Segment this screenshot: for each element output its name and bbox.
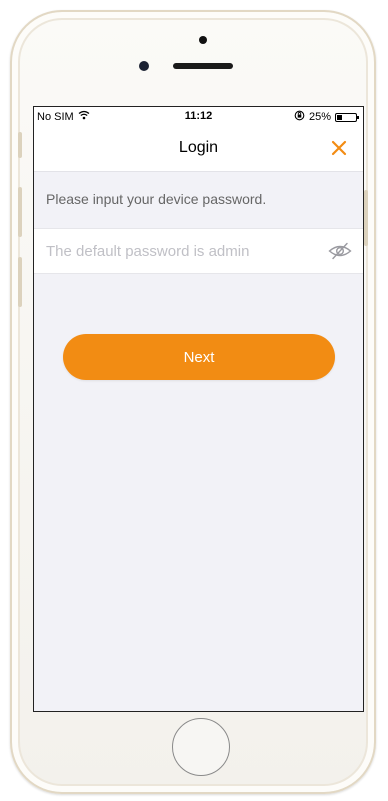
close-x-icon bbox=[331, 140, 347, 156]
eye-slash-icon bbox=[328, 242, 352, 260]
page: No SIM 11:12 25% Login Please input your… bbox=[0, 0, 388, 801]
rotation-lock-icon bbox=[294, 110, 305, 124]
password-input[interactable] bbox=[46, 229, 316, 273]
front-camera bbox=[199, 36, 207, 44]
password-visibility-toggle[interactable] bbox=[327, 239, 353, 263]
nav-bar: Login bbox=[34, 127, 363, 172]
mute-switch bbox=[18, 132, 22, 158]
close-button[interactable] bbox=[327, 136, 351, 160]
page-title: Login bbox=[178, 139, 219, 156]
password-row bbox=[34, 228, 363, 274]
battery-fill bbox=[337, 114, 342, 120]
password-prompt: Please input your device password. bbox=[46, 191, 267, 207]
app-screen: No SIM 11:12 25% Login Please input your… bbox=[33, 106, 364, 712]
status-right: 25% bbox=[294, 110, 359, 124]
status-bar: No SIM 11:12 25% bbox=[34, 107, 363, 127]
proximity-sensor bbox=[139, 61, 149, 71]
earpiece-speaker bbox=[173, 63, 233, 69]
next-button[interactable]: Next bbox=[63, 334, 335, 380]
volume-down-button bbox=[18, 257, 22, 307]
volume-up-button bbox=[18, 187, 22, 237]
home-button[interactable] bbox=[172, 718, 230, 776]
battery-tip bbox=[357, 115, 359, 119]
battery-icon bbox=[335, 112, 359, 122]
power-button bbox=[364, 190, 368, 246]
battery-percent: 25% bbox=[308, 111, 331, 123]
